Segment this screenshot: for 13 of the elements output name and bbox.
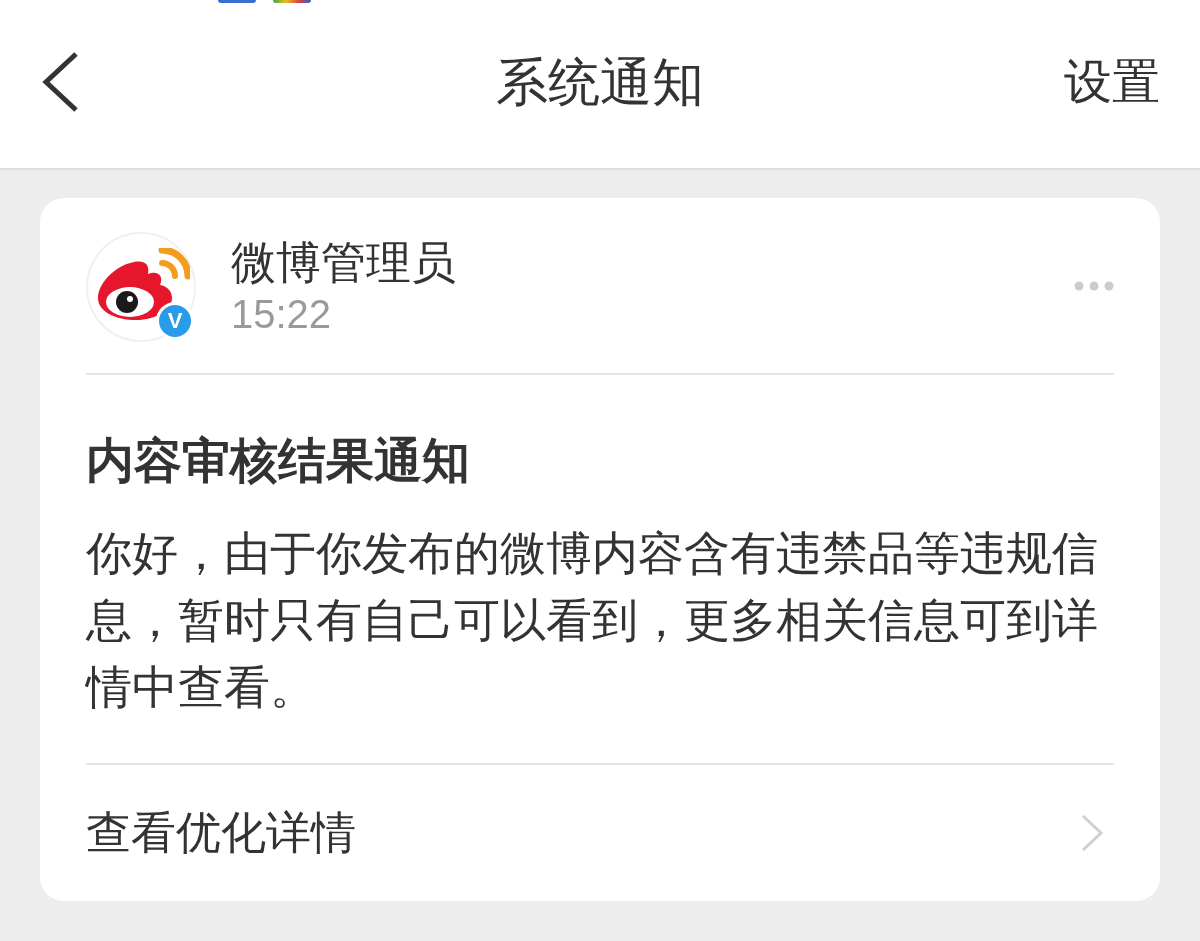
page-title: 系统通知: [496, 50, 704, 114]
back-icon: [40, 51, 80, 113]
more-icon: [1074, 281, 1114, 291]
status-bar-icon: [218, 0, 256, 3]
settings-button[interactable]: 设置: [1064, 53, 1160, 111]
verified-badge: V: [156, 302, 194, 340]
details-link[interactable]: 查看优化详情: [86, 765, 1114, 901]
notification-title: 内容审核结果通知: [86, 431, 471, 490]
chevron-right-icon: [1080, 814, 1104, 852]
notification-body: 你好，由于你发布的微博内容含有违禁品等违规信息，暂时只有自己可以看到，更多相关信息可到详情中查看。: [86, 520, 1114, 765]
sender-name: 微博管理员: [231, 236, 457, 290]
status-bar-icon: [273, 0, 311, 3]
message-time: 15:22: [231, 291, 333, 338]
